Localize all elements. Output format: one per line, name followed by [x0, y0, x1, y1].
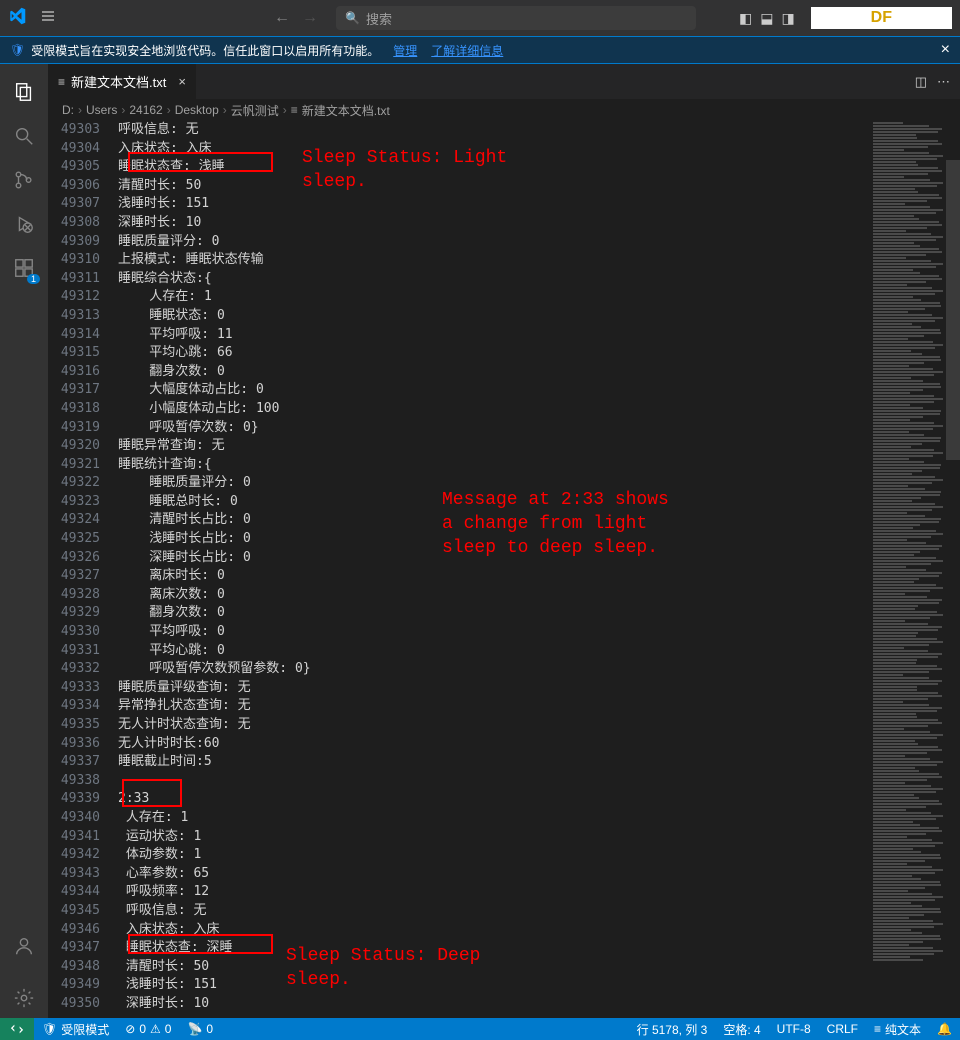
remote-indicator[interactable]	[0, 1018, 34, 1040]
df-badge: DF	[811, 7, 952, 29]
titlebar: ← → 🔍 搜索 ◧ ⬓ ◨ DF	[0, 0, 960, 36]
activity-settings-icon[interactable]	[0, 978, 48, 1018]
annotation-box-timestamp	[122, 779, 182, 807]
error-icon: ⊘	[125, 1022, 135, 1036]
extensions-badge: 1	[27, 274, 40, 284]
split-editor-icon[interactable]: ◫	[915, 74, 927, 90]
tab-bar: ≡ 新建文本文档.txt × ◫ ⋯	[48, 64, 960, 99]
status-problems[interactable]: ⊘0 ⚠0	[117, 1022, 179, 1036]
lang-icon: ≡	[874, 1022, 881, 1036]
banner-close-icon[interactable]: ×	[941, 41, 950, 59]
breadcrumb-item[interactable]: Desktop	[175, 103, 219, 117]
annotation-deep-sleep: Sleep Status: Deep sleep.	[286, 944, 480, 992]
status-restricted[interactable]: 🛡 受限模式	[34, 1021, 117, 1038]
status-bar: 🛡 受限模式 ⊘0 ⚠0 📡0 行 5178, 列 3 空格: 4 UTF-8 …	[0, 1018, 960, 1040]
tab-filename: 新建文本文档.txt	[71, 72, 166, 91]
tab-active[interactable]: ≡ 新建文本文档.txt ×	[48, 64, 197, 99]
annotation-light-sleep: Sleep Status: Light sleep.	[302, 146, 507, 194]
nav-back-icon[interactable]: ←	[270, 9, 294, 27]
scrollbar-thumb[interactable]	[946, 160, 960, 460]
tab-actions: ◫ ⋯	[915, 64, 960, 99]
breadcrumb-item[interactable]: D:	[62, 103, 74, 117]
layout-right-icon[interactable]: ◨	[779, 8, 796, 29]
menu-icon[interactable]	[34, 8, 62, 29]
nav-arrows: ← →	[270, 9, 322, 27]
banner-manage-link[interactable]: 管理	[393, 42, 417, 59]
search-input[interactable]: 🔍 搜索	[336, 6, 696, 30]
status-encoding[interactable]: UTF-8	[769, 1021, 819, 1038]
annotation-message: Message at 2:33 shows a change from ligh…	[442, 488, 669, 560]
activity-explorer-icon[interactable]	[0, 72, 48, 112]
banner-learn-link[interactable]: 了解详细信息	[431, 42, 503, 59]
breadcrumb-item[interactable]: 新建文本文档.txt	[302, 102, 390, 119]
breadcrumb-item[interactable]: Users	[86, 103, 117, 117]
activity-bar: 1	[0, 64, 48, 1018]
file-icon: ≡	[58, 75, 65, 89]
restricted-banner: 🛡 受限模式旨在实现安全地浏览代码。信任此窗口以启用所有功能。 管理 了解详细信…	[0, 36, 960, 64]
nav-forward-icon[interactable]: →	[298, 9, 322, 27]
breadcrumb-item[interactable]: 云帆测试	[231, 102, 279, 119]
breadcrumb-item[interactable]: 24162	[129, 103, 162, 117]
editor[interactable]: 4930349304493054930649307493084930949310…	[48, 121, 944, 1018]
status-bell-icon[interactable]: 🔔	[929, 1021, 960, 1038]
annotation-box-deep-sleep	[128, 934, 273, 954]
status-lang[interactable]: ≡ 纯文本	[866, 1021, 929, 1038]
tab-close-icon[interactable]: ×	[178, 74, 186, 89]
code-area[interactable]: 呼吸信息: 无入床状态: 入床睡眠状态查: 浅睡清醒时长: 50浅睡时长: 15…	[118, 121, 944, 1018]
breadcrumbs[interactable]: D:› Users› 24162› Desktop› 云帆测试› ≡ 新建文本文…	[48, 99, 960, 121]
annotation-box-light-sleep	[128, 152, 273, 172]
search-icon: 🔍	[345, 11, 360, 25]
warning-icon: ⚠	[150, 1022, 161, 1036]
shield-icon: 🛡	[10, 43, 25, 57]
shield-icon: 🛡	[42, 1022, 57, 1036]
breadcrumb-file-icon: ≡	[291, 103, 298, 117]
layout-left-icon[interactable]: ◧	[737, 8, 754, 29]
status-line-col[interactable]: 行 5178, 列 3	[629, 1021, 716, 1038]
status-port[interactable]: 📡0	[179, 1022, 221, 1036]
vscode-logo-icon	[8, 7, 26, 30]
status-eol[interactable]: CRLF	[819, 1021, 866, 1038]
antenna-icon: 📡	[187, 1022, 202, 1036]
search-placeholder: 搜索	[366, 9, 392, 28]
activity-scm-icon[interactable]	[0, 160, 48, 200]
line-gutter: 4930349304493054930649307493084930949310…	[48, 121, 118, 1018]
more-icon[interactable]: ⋯	[937, 74, 950, 90]
activity-search-icon[interactable]	[0, 116, 48, 156]
layout-controls: ◧ ⬓ ◨	[737, 8, 797, 29]
activity-extensions-icon[interactable]: 1	[0, 248, 48, 288]
status-spaces[interactable]: 空格: 4	[715, 1021, 768, 1038]
banner-text: 受限模式旨在实现安全地浏览代码。信任此窗口以启用所有功能。	[31, 42, 379, 59]
layout-bottom-icon[interactable]: ⬓	[758, 8, 775, 29]
activity-account-icon[interactable]	[0, 926, 48, 966]
activity-debug-icon[interactable]	[0, 204, 48, 244]
